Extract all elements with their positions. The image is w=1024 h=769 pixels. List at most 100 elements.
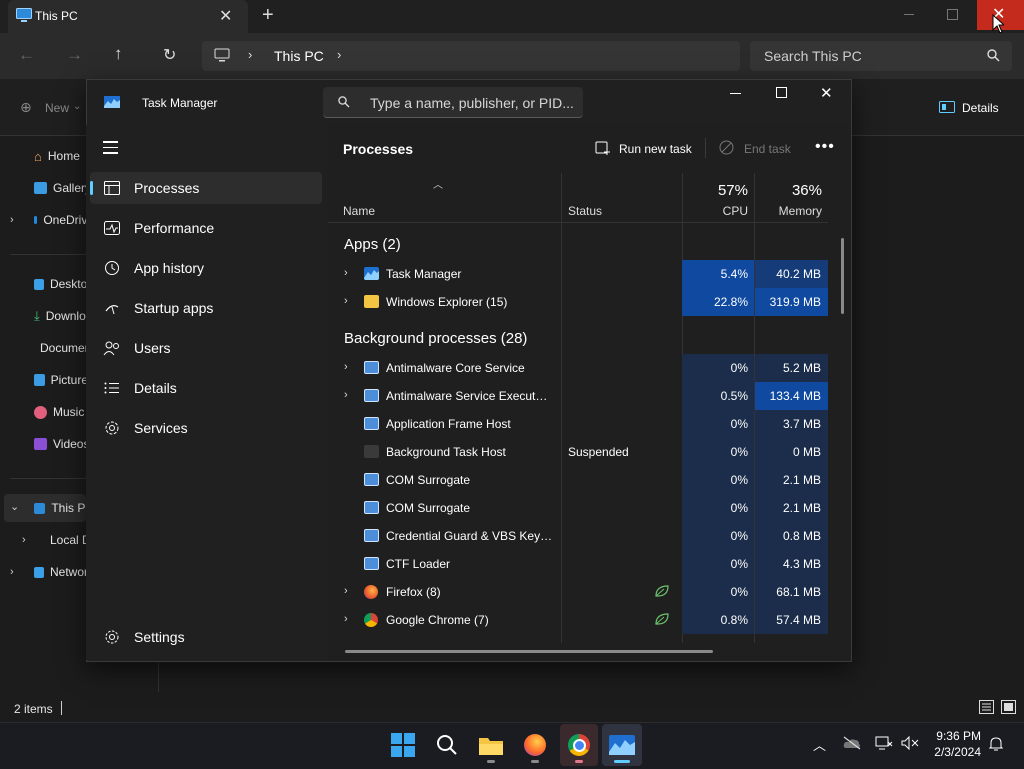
forward-icon[interactable]: → xyxy=(66,45,83,65)
nav-item-home[interactable]: ⌂ Home xyxy=(34,144,94,168)
nav-item-desktop[interactable]: Desktop xyxy=(34,272,94,296)
process-row[interactable]: › Antimalware Service Executable 0.5% 13… xyxy=(328,382,828,410)
vertical-scrollbar-thumb[interactable] xyxy=(841,238,844,314)
process-row[interactable]: Background Task Host Suspended 0% 0 MB xyxy=(328,438,828,466)
start-button[interactable] xyxy=(389,731,417,759)
taskbar-task-manager[interactable] xyxy=(608,731,636,759)
column-header-memory[interactable]: Memory xyxy=(760,204,822,218)
breadcrumb-this-pc[interactable]: This PC xyxy=(274,48,324,64)
chrome-icon xyxy=(568,734,590,756)
details-pane-icon[interactable] xyxy=(939,101,955,113)
computer-icon xyxy=(214,48,230,62)
taskbar-chrome[interactable] xyxy=(565,731,593,759)
run-new-task-button[interactable]: Run new task xyxy=(619,142,692,156)
expand-chevron-icon[interactable]: › xyxy=(344,361,348,373)
taskbar-file-explorer[interactable] xyxy=(477,731,505,759)
process-row[interactable]: COM Surrogate 0% 2.1 MB xyxy=(328,466,828,494)
nav-item-network[interactable]: Network xyxy=(34,560,94,584)
sidebar-item-performance[interactable]: Performance xyxy=(90,212,322,244)
tm-maximize-icon[interactable] xyxy=(776,87,787,98)
memory-total-percent[interactable]: 36% xyxy=(770,182,822,199)
expand-chevron-icon[interactable]: › xyxy=(344,585,348,597)
breadcrumb-chevron-icon: › xyxy=(248,47,253,62)
process-row[interactable]: › Antimalware Core Service 0% 5.2 MB xyxy=(328,354,828,382)
folder-icon xyxy=(479,738,503,755)
process-row[interactable]: › Google Chrome (7) 0.8% 57.4 MB xyxy=(328,606,828,634)
volume-muted-icon[interactable] xyxy=(901,736,919,750)
end-task-icon[interactable] xyxy=(719,140,734,155)
restore-icon[interactable] xyxy=(947,9,958,20)
sidebar-item-services[interactable]: Services xyxy=(90,412,322,444)
sidebar-item-app-history[interactable]: App history xyxy=(90,252,322,284)
process-row[interactable]: Application Frame Host 0% 3.7 MB xyxy=(328,410,828,438)
refresh-icon[interactable]: ↻ xyxy=(163,45,176,65)
onedrive-offline-icon[interactable] xyxy=(843,736,861,750)
column-header-name[interactable]: Name xyxy=(343,204,375,218)
expand-chevron-icon[interactable]: › xyxy=(344,295,348,307)
chevron-right-icon[interactable]: › xyxy=(10,214,14,226)
nav-item-onedrive[interactable]: OneDrive xyxy=(34,208,94,232)
expand-chevron-icon[interactable]: › xyxy=(344,267,348,279)
process-row[interactable]: › Task Manager 5.4% 40.2 MB xyxy=(328,260,828,288)
nav-item-this-pc[interactable]: This PC xyxy=(34,496,94,520)
column-header-status[interactable]: Status xyxy=(568,204,602,218)
service-icon xyxy=(364,417,379,430)
expand-chevron-icon[interactable]: › xyxy=(344,613,348,625)
nav-item-videos[interactable]: Videos xyxy=(34,432,94,456)
chevron-right-icon[interactable]: › xyxy=(22,534,26,546)
details-pane-button[interactable]: Details xyxy=(962,101,999,115)
service-icon xyxy=(364,529,379,542)
nav-item-local-disk[interactable]: Local Disk xyxy=(44,528,86,552)
run-task-icon[interactable] xyxy=(595,140,611,156)
new-button[interactable]: New xyxy=(45,101,69,115)
nav-item-downloads[interactable]: ⤓Downloads xyxy=(34,304,94,328)
process-row[interactable]: CTF Loader 0% 4.3 MB xyxy=(328,550,828,578)
tiles-view-icon[interactable] xyxy=(1001,700,1016,714)
clock-time[interactable]: 9:36 PM xyxy=(925,729,981,743)
show-hidden-icons-icon[interactable]: ︿ xyxy=(813,735,826,754)
taskbar-search-button[interactable] xyxy=(433,731,461,759)
tab-close-icon[interactable]: ✕ xyxy=(219,6,232,26)
nav-item-gallery[interactable]: Gallery xyxy=(34,176,94,200)
back-icon[interactable]: ← xyxy=(18,45,35,65)
notification-bell-icon[interactable] xyxy=(989,736,1003,752)
eco-leaf-icon xyxy=(655,585,669,597)
minimize-icon[interactable] xyxy=(904,14,914,15)
tm-minimize-icon[interactable] xyxy=(730,93,741,94)
search-icon[interactable] xyxy=(987,49,1000,62)
process-row[interactable]: COM Surrogate 0% 2.1 MB xyxy=(328,494,828,522)
new-tab-icon[interactable]: + xyxy=(262,4,274,27)
chevron-down-icon[interactable]: ⌄ xyxy=(10,500,19,513)
up-icon[interactable]: ↑ xyxy=(114,44,123,64)
network-icon[interactable] xyxy=(875,736,893,750)
more-options-icon[interactable]: ••• xyxy=(815,138,835,156)
process-search-placeholder: Type a name, publisher, or PID... xyxy=(370,95,574,111)
list-view-icon[interactable] xyxy=(979,700,994,714)
new-plus-icon[interactable]: ⊕ xyxy=(20,99,32,116)
taskbar-firefox[interactable] xyxy=(521,731,549,759)
clock-date[interactable]: 2/3/2024 xyxy=(925,745,981,759)
column-header-cpu[interactable]: CPU xyxy=(700,204,748,218)
task-manager-icon xyxy=(364,267,379,280)
end-task-button[interactable]: End task xyxy=(744,142,791,156)
tm-close-icon[interactable]: ✕ xyxy=(820,84,833,102)
sidebar-item-details[interactable]: Details xyxy=(90,372,322,404)
nav-item-music[interactable]: Music xyxy=(34,400,94,424)
breadcrumb-chevron-icon[interactable]: › xyxy=(337,47,341,62)
chevron-down-icon[interactable]: ⌄ xyxy=(73,101,81,112)
process-row[interactable]: › Windows Explorer (15) 22.8% 319.9 MB xyxy=(328,288,828,316)
chevron-right-icon[interactable]: › xyxy=(10,566,14,578)
expand-chevron-icon[interactable]: › xyxy=(344,389,348,401)
cpu-total-percent[interactable]: 57% xyxy=(700,182,748,199)
nav-item-pictures[interactable]: Pictures xyxy=(34,368,94,392)
nav-divider xyxy=(10,254,86,255)
sidebar-item-settings[interactable]: Settings xyxy=(90,621,322,653)
nav-item-documents[interactable]: Documents xyxy=(34,336,94,360)
hamburger-menu-icon[interactable] xyxy=(103,140,118,154)
sidebar-item-startup-apps[interactable]: Startup apps xyxy=(90,292,322,324)
process-row[interactable]: Credential Guard & VBS Key Is... 0% 0.8 … xyxy=(328,522,828,550)
sidebar-item-users[interactable]: Users xyxy=(90,332,322,364)
process-row[interactable]: › Firefox (8) 0% 68.1 MB xyxy=(328,578,828,606)
sidebar-item-processes[interactable]: Processes xyxy=(90,172,322,204)
horizontal-scrollbar-thumb[interactable] xyxy=(345,650,713,653)
